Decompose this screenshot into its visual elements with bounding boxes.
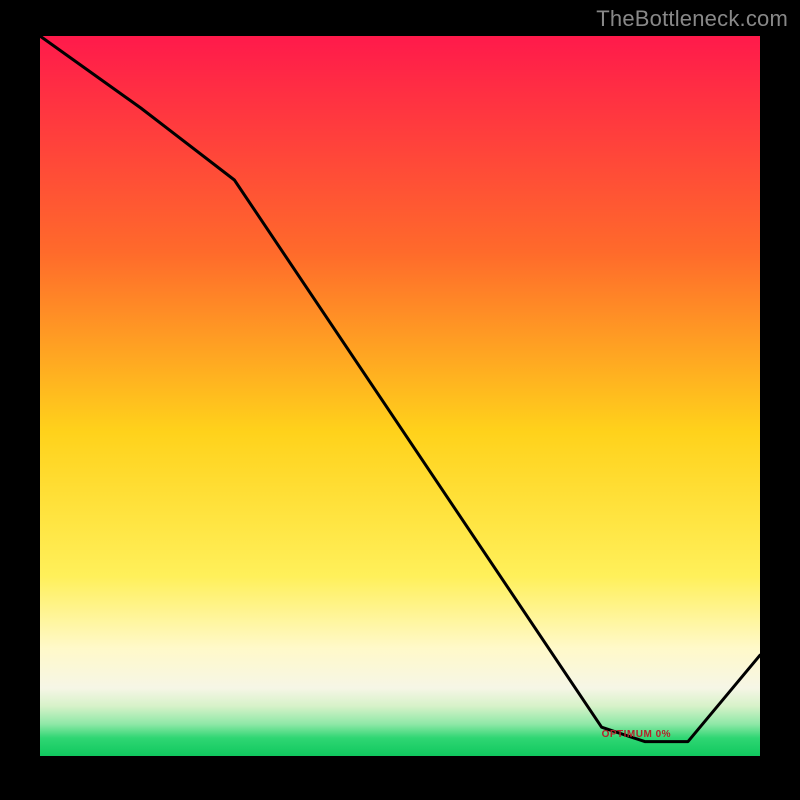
chart-frame: TheBottleneck.com OPTIMUM 0% bbox=[0, 0, 800, 800]
watermark-text: TheBottleneck.com bbox=[596, 6, 788, 32]
bottleneck-curve bbox=[40, 36, 760, 742]
optimum-label: OPTIMUM 0% bbox=[602, 729, 671, 740]
plot-area: OPTIMUM 0% bbox=[40, 36, 760, 756]
line-plot bbox=[40, 36, 760, 756]
